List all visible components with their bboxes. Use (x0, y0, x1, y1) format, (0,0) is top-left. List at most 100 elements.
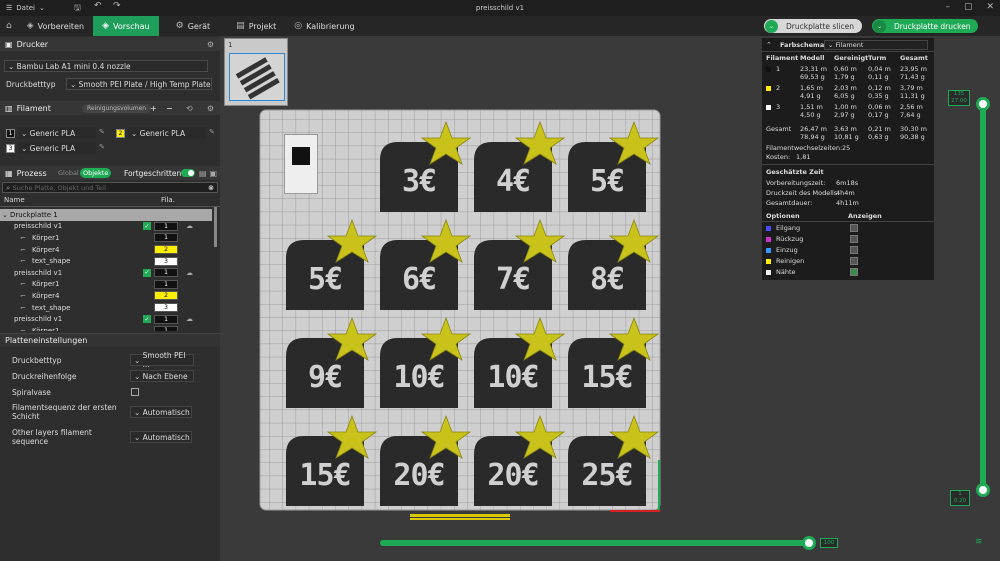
filament-index-box[interactable]: 3 (154, 256, 178, 266)
settings-icon[interactable]: ☁ (186, 315, 193, 323)
first-layer-sequence-select[interactable]: ⌄ Automatisch (130, 406, 192, 418)
tree-part-row[interactable]: text_shape ⌐ 3 (0, 255, 212, 267)
filament-index-box[interactable]: 1 (154, 221, 178, 231)
undo-icon[interactable]: ↶ (94, 1, 102, 11)
edit-icon[interactable]: ✎ (209, 128, 215, 136)
tree-object-row[interactable]: preisschild v1 ✓ ☁ 1 (0, 221, 212, 233)
price-tag[interactable]: 6€ (380, 218, 472, 312)
settings-icon[interactable]: ☁ (186, 222, 193, 230)
filament-index-box[interactable]: 1 (154, 279, 178, 289)
filament-index-box[interactable]: 3 (154, 303, 178, 313)
plate-type-select[interactable]: ⌄ Smooth PEI Plate / High Temp Plate (66, 78, 212, 90)
price-tag[interactable]: 10€ (380, 316, 472, 410)
filament-select-1[interactable]: ⌄ Generic PLA (18, 127, 96, 139)
tab-vorschau[interactable]: ◈ Vorschau (93, 16, 159, 36)
edit-icon[interactable]: ✎ (99, 128, 105, 136)
filament-swatch-1[interactable]: 1 (6, 129, 15, 138)
price-tag[interactable]: 9€ (286, 316, 378, 410)
chevron-down-icon[interactable]: ⌄ (765, 19, 778, 33)
save-icon[interactable]: 🖫 (74, 2, 81, 16)
redo-icon[interactable]: ↷ (113, 1, 121, 11)
visible-checkbox[interactable]: ✓ (143, 268, 151, 277)
price-tag[interactable]: 8€ (568, 218, 660, 312)
maximize-icon[interactable]: ▢ (964, 2, 973, 12)
price-tag[interactable]: 7€ (474, 218, 566, 312)
filament-index-box[interactable]: 2 (154, 291, 178, 301)
filament-select-2[interactable]: ⌄ Generic PLA (128, 127, 206, 139)
advanced-switch[interactable] (181, 169, 195, 177)
gear-icon[interactable]: ⚙ (207, 40, 214, 49)
option-visibility-checkbox[interactable] (850, 224, 858, 232)
tree-scrollbar[interactable] (214, 207, 217, 247)
add-icon[interactable]: + (150, 104, 157, 113)
copy-icon[interactable]: ▣ (209, 169, 217, 178)
file-menu[interactable]: ☰ Datei ⌄ (0, 4, 45, 12)
tree-part-row[interactable]: Körper1 ⌐ 1 (0, 232, 212, 244)
top-layer-handle[interactable] (976, 97, 990, 111)
print-plate-button[interactable]: ⌄ Druckplatte drucken (872, 19, 978, 33)
global-toggle[interactable]: Global (58, 169, 79, 177)
collapse-icon[interactable]: ⌃ (766, 41, 772, 49)
printer-select[interactable]: ⌄ Bambu Lab A1 mini 0.4 nozzle (4, 60, 208, 72)
tree-part-row[interactable]: Körper1 ⌐ 1 (0, 325, 212, 331)
sync-icon[interactable]: ⟲ (186, 104, 193, 113)
price-tag[interactable]: 20€ (474, 414, 566, 508)
compare-icon[interactable]: ▤ (199, 169, 207, 178)
filament-swatch-3[interactable]: 3 (6, 144, 15, 153)
option-visibility-checkbox[interactable] (850, 235, 858, 243)
option-visibility-checkbox[interactable] (850, 268, 858, 276)
other-layers-sequence-select[interactable]: ⌄ Automatisch (130, 431, 192, 443)
settings-icon[interactable]: ☁ (186, 269, 193, 277)
gear-icon[interactable]: ⚙ (207, 104, 214, 113)
chevron-down-icon[interactable]: ⌄ (873, 19, 886, 33)
home-button[interactable]: ⌂ (0, 16, 18, 36)
clear-icon[interactable]: ⊗ (208, 184, 214, 192)
layer-slider[interactable] (980, 100, 986, 490)
objects-toggle[interactable]: Objekte (80, 168, 112, 178)
filament-index-box[interactable]: 1 (154, 326, 178, 331)
tree-object-row[interactable]: preisschild v1 ✓ ☁ 1 (0, 267, 212, 279)
tab-vorbereiten[interactable]: ◈ Vorbereiten (18, 16, 93, 36)
price-tag[interactable]: 3€ (380, 120, 472, 214)
plate-thumbnail[interactable]: 1 (224, 38, 288, 106)
tab-kalibrierung[interactable]: ◎ Kalibrierung (285, 16, 363, 36)
filament-index-box[interactable]: 1 (154, 268, 178, 278)
prime-tower[interactable] (284, 134, 318, 194)
slice-plate-button[interactable]: ⌄ Druckplatte slicen (764, 19, 862, 33)
filament-index-box[interactable]: 1 (154, 233, 178, 243)
bottom-layer-handle[interactable] (976, 483, 990, 497)
layers-icon[interactable]: ≋ (975, 537, 983, 547)
print-order-select[interactable]: ⌄ Nach Ebene (130, 370, 194, 382)
remove-icon[interactable]: − (166, 104, 173, 113)
minimize-icon[interactable]: – (945, 2, 950, 12)
price-tag[interactable]: 15€ (568, 316, 660, 410)
option-visibility-checkbox[interactable] (850, 246, 858, 254)
filament-index-box[interactable]: 2 (154, 245, 178, 255)
tab-projekt[interactable]: ▤ Projekt (227, 16, 285, 36)
search-input[interactable]: ⌕ Suche Platte, Objekt und Teil ⊗ (2, 182, 218, 193)
price-tag[interactable]: 10€ (474, 316, 566, 410)
price-tag[interactable]: 5€ (568, 120, 660, 214)
tree-part-row[interactable]: text_shape ⌐ 3 (0, 302, 212, 314)
tree-part-row[interactable]: Körper4 ⌐ 2 (0, 244, 212, 256)
move-slider[interactable] (380, 540, 810, 546)
option-visibility-checkbox[interactable] (850, 257, 858, 265)
price-tag[interactable]: 5€ (286, 218, 378, 312)
price-tag[interactable]: 25€ (568, 414, 660, 508)
spiral-vase-checkbox[interactable] (131, 388, 139, 396)
price-tag[interactable]: 20€ (380, 414, 472, 508)
expand-icon[interactable]: ⌄ (2, 211, 8, 219)
bed-type-select[interactable]: ⌄ Smooth PEI ... (130, 351, 194, 369)
tree-object-row[interactable]: preisschild v1 ✓ ☁ 1 (0, 313, 212, 325)
visible-checkbox[interactable]: ✓ (143, 315, 151, 324)
price-tag[interactable]: 15€ (286, 414, 378, 508)
tab-geraet[interactable]: ⚙ Gerät (167, 16, 220, 36)
tree-part-row[interactable]: Körper1 ⌐ 1 (0, 279, 212, 291)
price-tag[interactable]: 4€ (474, 120, 566, 214)
move-slider-handle[interactable] (802, 536, 816, 550)
tree-part-row[interactable]: Körper4 ⌐ 2 (0, 290, 212, 302)
close-icon[interactable]: ✕ (986, 2, 994, 12)
filament-index-box[interactable]: 1 (154, 314, 178, 324)
edit-icon[interactable]: ✎ (99, 143, 105, 151)
purge-volume-button[interactable]: Reinigungsvolumen (82, 103, 152, 113)
